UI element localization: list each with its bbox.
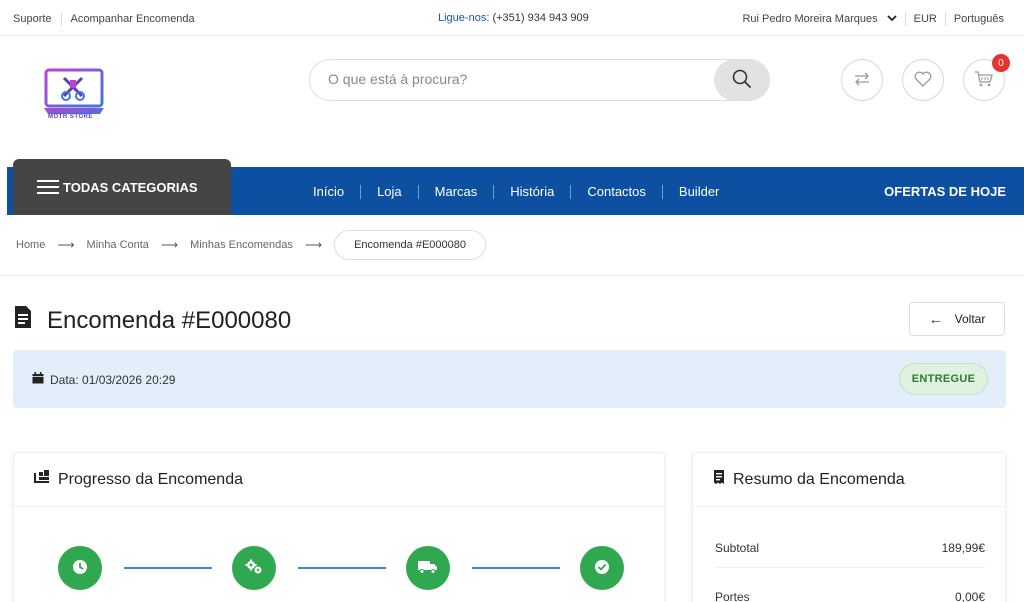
cart-count-badge: 0 xyxy=(992,54,1010,72)
order-summary-card: Resumo da Encomenda Subtotal 189,99€ Por… xyxy=(692,452,1006,602)
check-icon xyxy=(594,559,610,578)
divider xyxy=(715,567,985,568)
top-links: Suporte Acompanhar Encomenda xyxy=(13,12,195,26)
step-delivered xyxy=(580,546,624,590)
order-progress-card: Progresso da Encomenda xyxy=(13,452,665,602)
account-bar: Rui Pedro Moreira Marques EUR Português xyxy=(742,12,1004,26)
todays-deals-link[interactable]: OFERTAS DE HOJE xyxy=(884,184,1006,199)
progress-steps xyxy=(58,546,624,592)
search-icon xyxy=(732,69,752,92)
progress-line xyxy=(472,567,560,569)
breadcrumb-current: Encomenda #E000080 xyxy=(334,230,486,260)
summary-row-shipping: Portes 0,00€ xyxy=(715,590,985,602)
clock-icon xyxy=(72,559,88,578)
nav-item-builder[interactable]: Builder xyxy=(679,184,719,199)
phone-info: Ligue-nos: (+351) 934 943 909 xyxy=(438,12,589,24)
logo-text: MOTR STORE xyxy=(48,114,93,120)
summary-title: Resumo da Encomenda xyxy=(733,470,905,488)
arrow-right-icon: ⟶ xyxy=(304,238,323,252)
summary-label: Subtotal xyxy=(715,541,760,555)
nav-item-historia[interactable]: História xyxy=(510,184,554,199)
summary-value: 0,00€ xyxy=(954,590,985,602)
order-info-bar: Data: 01/03/2026 20:29 ENTREGUE xyxy=(13,350,1006,408)
store-logo[interactable]: MOTR STORE xyxy=(44,68,106,124)
progress-line xyxy=(124,567,212,569)
support-link[interactable]: Suporte xyxy=(13,13,52,25)
progress-card-header: Progresso da Encomenda xyxy=(14,453,664,507)
search-button[interactable] xyxy=(714,59,770,101)
order-date-text: Data: 01/03/2026 20:29 xyxy=(50,372,176,387)
divider xyxy=(661,184,663,199)
page-title: Encomenda #E000080 xyxy=(13,305,291,336)
compare-icon xyxy=(852,71,872,90)
cart-icon xyxy=(974,70,994,91)
wishlist-button[interactable] xyxy=(902,59,944,101)
search-bar xyxy=(309,59,770,101)
phone-label: Ligue-nos: xyxy=(438,12,490,24)
nav-item-contactos[interactable]: Contactos xyxy=(587,184,646,199)
menu-icon xyxy=(37,176,59,198)
search-input[interactable] xyxy=(328,71,698,87)
step-pending xyxy=(58,546,102,590)
truck-icon xyxy=(418,560,438,577)
arrow-left-icon: ← xyxy=(928,311,943,327)
progress-line xyxy=(298,567,386,569)
nav-item-loja[interactable]: Loja xyxy=(377,184,402,199)
divider xyxy=(904,12,906,26)
receipt-icon xyxy=(713,470,733,489)
breadcrumb-orders[interactable]: Minhas Encomendas xyxy=(190,239,293,251)
nav-item-inicio[interactable]: Início xyxy=(313,184,344,199)
divider xyxy=(944,12,946,26)
back-button[interactable]: ← Voltar xyxy=(909,302,1005,336)
divider xyxy=(417,184,419,199)
shipping-icon xyxy=(34,470,58,489)
divider xyxy=(493,184,495,199)
arrow-right-icon: ⟶ xyxy=(57,238,75,252)
order-title: Encomenda #E000080 xyxy=(47,306,292,334)
back-label: Voltar xyxy=(954,312,986,326)
order-date: Data: 01/03/2026 20:29 xyxy=(32,372,175,387)
compare-button[interactable] xyxy=(841,59,883,101)
nav-item-marcas[interactable]: Marcas xyxy=(435,184,478,199)
chevron-down-icon[interactable] xyxy=(886,14,897,24)
summary-value: 189,99€ xyxy=(941,541,985,555)
breadcrumb-account[interactable]: Minha Conta xyxy=(87,239,149,251)
nav-links: Início Loja Marcas História Contactos Bu… xyxy=(313,184,719,199)
cart-button[interactable]: 0 xyxy=(963,54,1010,101)
heart-icon xyxy=(914,71,932,90)
top-bar: Suporte Acompanhar Encomenda Ligue-nos: … xyxy=(0,0,1024,36)
all-categories-button[interactable]: TODAS CATEGORIAS xyxy=(13,159,231,215)
user-menu[interactable]: Rui Pedro Moreira Marques xyxy=(742,13,877,25)
phone-number[interactable]: (+351) 934 943 909 xyxy=(492,12,588,24)
calendar-icon xyxy=(32,372,50,387)
step-processing xyxy=(232,546,276,590)
divider xyxy=(0,275,1024,276)
language-selector[interactable]: Português xyxy=(954,13,1004,25)
track-order-link[interactable]: Acompanhar Encomenda xyxy=(71,13,195,25)
status-badge: ENTREGUE xyxy=(899,363,988,395)
divider xyxy=(60,12,62,26)
gears-icon xyxy=(244,559,264,578)
breadcrumb-home[interactable]: Home xyxy=(16,239,45,251)
currency-selector[interactable]: EUR xyxy=(914,13,937,25)
divider xyxy=(360,184,362,199)
summary-card-header: Resumo da Encomenda xyxy=(693,453,1005,507)
arrow-right-icon: ⟶ xyxy=(160,238,179,252)
summary-row-subtotal: Subtotal 189,99€ xyxy=(715,541,985,555)
invoice-icon xyxy=(13,305,47,336)
step-shipped xyxy=(406,546,450,590)
summary-label: Portes xyxy=(715,590,750,602)
divider xyxy=(570,184,572,199)
breadcrumb: Home ⟶ Minha Conta ⟶ Minhas Encomendas ⟶… xyxy=(16,230,486,260)
all-categories-label: TODAS CATEGORIAS xyxy=(63,179,198,195)
progress-title: Progresso da Encomenda xyxy=(58,470,243,488)
